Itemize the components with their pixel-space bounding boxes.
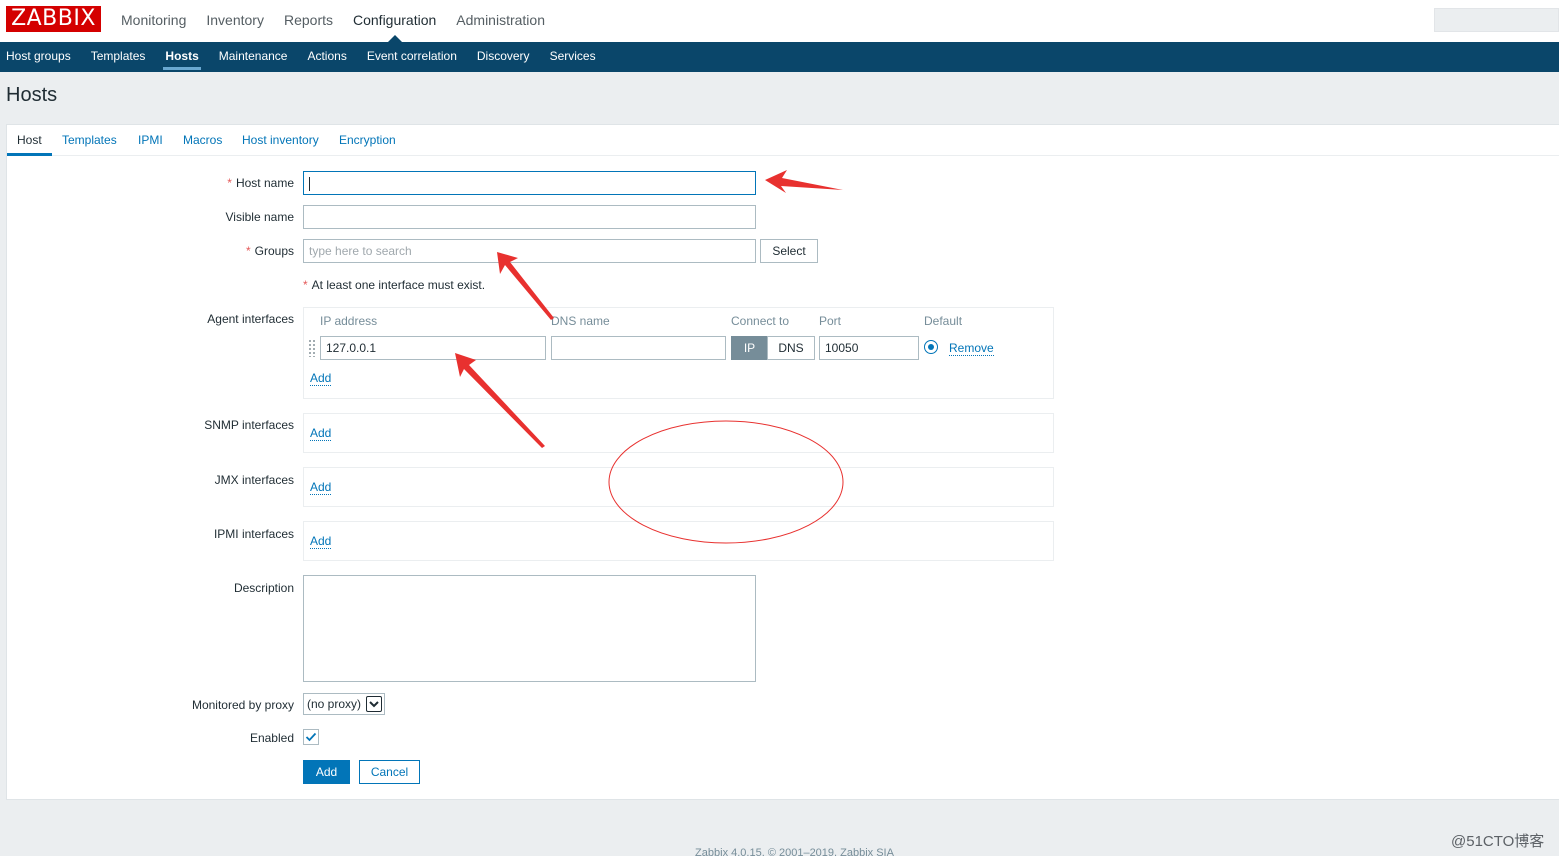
ipmi-interfaces-label: IPMI interfaces [213, 527, 294, 541]
agent-interfaces-box: IP address DNS name Connect to Port Defa… [303, 307, 1054, 399]
host-name-label: * Host name [227, 176, 294, 190]
tab-host[interactable]: Host [7, 125, 52, 156]
main-nav: Monitoring Inventory Reports Configurati… [111, 0, 555, 42]
main-nav-reports[interactable]: Reports [274, 0, 343, 42]
main-nav-monitoring[interactable]: Monitoring [111, 0, 196, 42]
zabbix-logo[interactable]: ZABBIX [6, 6, 101, 32]
agent-ip-input[interactable]: 127.0.0.1 [320, 336, 546, 360]
top-bar: ZABBIX Monitoring Inventory Reports Conf… [0, 0, 1559, 42]
tab-templates[interactable]: Templates [62, 125, 117, 156]
jmx-interfaces-box: Add [303, 467, 1054, 507]
page-title: Hosts [6, 84, 58, 106]
connect-dns-toggle[interactable]: DNS [767, 336, 815, 360]
sub-nav-templates[interactable]: Templates [81, 42, 156, 72]
default-interface-radio[interactable] [924, 340, 938, 354]
main-nav-inventory[interactable]: Inventory [196, 0, 274, 42]
watermark: @51CTO博客 [1451, 833, 1545, 850]
tab-macros[interactable]: Macros [183, 125, 222, 156]
visible-name-input[interactable] [303, 205, 756, 229]
col-port: Port [819, 314, 842, 328]
enabled-label: Enabled [249, 731, 294, 745]
snmp-interfaces-label: SNMP interfaces [204, 418, 294, 432]
sub-nav-maintenance[interactable]: Maintenance [209, 42, 298, 72]
description-label: Description [233, 581, 294, 595]
check-icon [305, 732, 317, 742]
visible-name-label: Visible name [225, 210, 294, 224]
snmp-interfaces-box: Add [303, 413, 1054, 453]
sub-nav-actions[interactable]: Actions [297, 42, 356, 72]
sub-nav-discovery[interactable]: Discovery [467, 42, 540, 72]
agent-add-link[interactable]: Add [310, 371, 332, 386]
jmx-add-link[interactable]: Add [310, 480, 332, 495]
snmp-add-link[interactable]: Add [310, 426, 332, 441]
description-textarea[interactable] [303, 575, 756, 682]
interface-note: * At least one interface must exist. [303, 278, 486, 292]
sub-nav-hosts[interactable]: Hosts [155, 42, 208, 72]
main-nav-configuration[interactable]: Configuration [343, 0, 446, 42]
tab-host-inventory[interactable]: Host inventory [242, 125, 319, 156]
ipmi-add-link[interactable]: Add [310, 534, 332, 549]
groups-select-button[interactable]: Select [760, 239, 818, 263]
form-tabs: Host Templates IPMI Macros Host inventor… [7, 125, 1559, 156]
footer: Zabbix 4.0.15. © 2001–2019, Zabbix SIA [695, 847, 894, 856]
groups-search-input[interactable]: type here to search [303, 239, 756, 263]
agent-interfaces-label: Agent interfaces [207, 312, 294, 326]
proxy-select[interactable]: (no proxy) [303, 693, 385, 715]
col-dns-name: DNS name [551, 314, 610, 328]
main-nav-administration[interactable]: Administration [446, 0, 555, 42]
col-connect-to: Connect to [731, 314, 790, 328]
add-host-button[interactable]: Add [303, 760, 350, 784]
tab-encryption[interactable]: Encryption [339, 125, 396, 156]
col-default: Default [924, 314, 963, 328]
jmx-interfaces-label: JMX interfaces [214, 473, 294, 487]
sub-nav-event-correlation[interactable]: Event correlation [357, 42, 467, 72]
host-name-input[interactable] [303, 171, 756, 195]
ipmi-interfaces-box: Add [303, 521, 1054, 561]
remove-interface-link[interactable]: Remove [949, 341, 994, 356]
enabled-checkbox[interactable] [303, 729, 319, 745]
drag-handle-icon[interactable] [308, 339, 316, 357]
connect-ip-toggle[interactable]: IP [731, 336, 768, 360]
host-form-panel: Host Templates IPMI Macros Host inventor… [6, 124, 1559, 800]
agent-port-input[interactable]: 10050 [819, 336, 919, 360]
sub-nav-host-groups[interactable]: Host groups [0, 42, 81, 72]
global-search-input[interactable] [1434, 8, 1559, 32]
agent-dns-input[interactable] [551, 336, 726, 360]
sub-nav: Host groups Templates Hosts Maintenance … [0, 42, 1559, 72]
sub-nav-services[interactable]: Services [540, 42, 606, 72]
col-ip-address: IP address [320, 314, 378, 328]
groups-label: * Groups [245, 244, 294, 258]
chevron-down-icon [366, 696, 382, 712]
proxy-label: Monitored by proxy [191, 698, 294, 712]
cancel-button[interactable]: Cancel [359, 760, 420, 784]
tab-ipmi[interactable]: IPMI [138, 125, 163, 156]
